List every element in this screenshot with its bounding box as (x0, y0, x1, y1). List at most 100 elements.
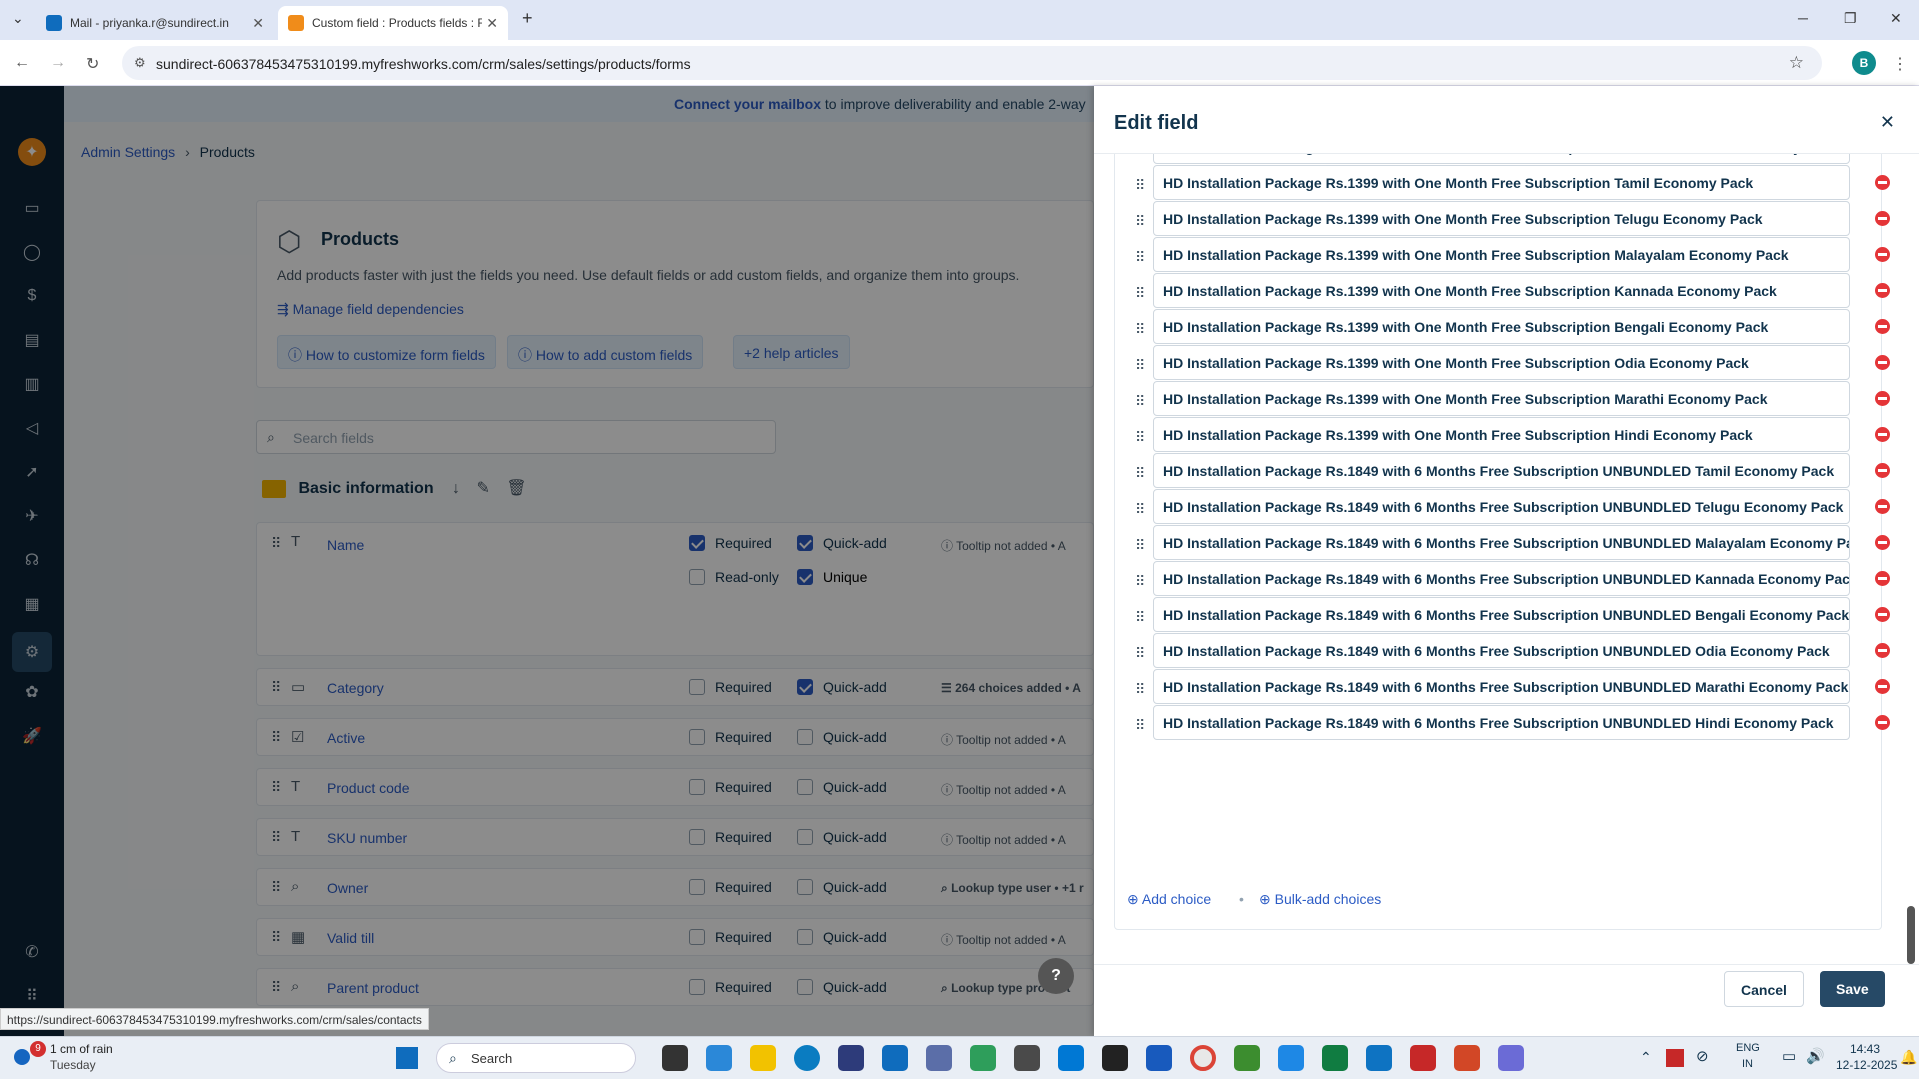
close-tab-icon[interactable]: ✕ (486, 15, 498, 32)
drag-handle-icon[interactable]: ⠿ (271, 729, 281, 746)
delete-trash-icon[interactable]: 🗑 (506, 480, 526, 497)
unique-checkbox[interactable] (797, 569, 813, 585)
save-button[interactable]: Save (1820, 971, 1885, 1007)
help-question-button[interactable]: ? (1038, 958, 1074, 994)
required-checkbox[interactable] (689, 929, 705, 945)
drag-handle-icon[interactable]: ⠿ (1135, 393, 1145, 410)
choice-input[interactable]: HD Installation Package Rs.1399 with One… (1153, 273, 1850, 308)
close-window-icon[interactable]: ✕ (1890, 10, 1902, 27)
choice-input[interactable]: HD Installation Package Rs.1399 with One… (1153, 165, 1850, 200)
network-app-icon[interactable] (926, 1045, 952, 1071)
outlook-taskbar-icon[interactable] (882, 1045, 908, 1071)
choice-input[interactable]: HD Installation Package Rs.1399 with One… (1153, 417, 1850, 452)
forward-icon[interactable]: → (50, 54, 66, 72)
word-icon[interactable] (1146, 1045, 1172, 1071)
deals-icon[interactable]: ▭ (20, 196, 44, 220)
app-icon[interactable] (1366, 1045, 1392, 1071)
drag-handle-icon[interactable]: ⠿ (271, 535, 281, 552)
profile-avatar[interactable]: B (1852, 51, 1876, 75)
notification-bell-icon[interactable]: 🔔 (1900, 1049, 1917, 1066)
app-icon[interactable] (970, 1045, 996, 1071)
choice-input[interactable]: HD Installation Package Rs.1849 with 6 M… (1153, 561, 1850, 596)
drag-handle-icon[interactable]: ⠿ (271, 829, 281, 846)
store-icon[interactable] (838, 1045, 864, 1071)
quickadd-checkbox[interactable] (797, 979, 813, 995)
choice-input[interactable]: HD Installation Package Rs.1849 with 6 M… (1153, 453, 1850, 488)
choice-input[interactable]: HD Installation Package Rs.1849 with 6 M… (1153, 633, 1850, 668)
reload-icon[interactable]: ↻ (86, 54, 99, 74)
chrome-icon[interactable] (1190, 1045, 1216, 1071)
choice-input[interactable]: HD Installation Package Rs.1849 with 6 M… (1153, 705, 1850, 740)
panel-scrollbar[interactable] (1907, 906, 1915, 964)
help-add-custom-fields[interactable]: ⓘ How to add custom fields (507, 335, 704, 369)
freshworks-logo-icon[interactable]: ✦ (18, 138, 46, 166)
help-more-articles[interactable]: +2 help articles (733, 335, 850, 369)
drag-handle-icon[interactable]: ⠿ (1135, 249, 1145, 266)
drag-handle-icon[interactable]: ⠿ (1135, 609, 1145, 626)
manage-dependencies-link[interactable]: ⇶ Manage field dependencies (277, 301, 464, 318)
field-name[interactable]: Product code (327, 780, 410, 796)
required-checkbox[interactable] (689, 879, 705, 895)
tray-app-icon[interactable] (1666, 1049, 1684, 1067)
terminal-icon[interactable] (1102, 1045, 1128, 1071)
drag-handle-icon[interactable]: ⠿ (1135, 177, 1145, 194)
drag-handle-icon[interactable]: ⠿ (1135, 285, 1145, 302)
tab-mail[interactable]: Mail - priyanka.r@sundirect.in ✕ (36, 6, 274, 40)
quickadd-checkbox[interactable] (797, 829, 813, 845)
app-icon[interactable] (1234, 1045, 1260, 1071)
quickadd-checkbox[interactable] (797, 729, 813, 745)
sales-icon[interactable]: $ (20, 284, 44, 308)
remove-choice-icon[interactable] (1875, 463, 1890, 478)
close-icon[interactable]: ✕ (1880, 112, 1895, 133)
drag-handle-icon[interactable]: ⠿ (1135, 537, 1145, 554)
field-name[interactable]: Active (327, 730, 365, 746)
settings-gear-icon[interactable]: ⚙ (12, 632, 52, 672)
app-switcher-icon[interactable]: ⠿ (20, 984, 44, 1008)
remove-choice-icon[interactable] (1875, 283, 1890, 298)
autopilot-icon[interactable]: ✈ (20, 504, 44, 528)
drag-handle-icon[interactable]: ⠿ (1135, 321, 1145, 338)
field-row-parent-product[interactable]: ⠿ ⌕ Parent product Required Quick-add ⌕ … (256, 968, 1094, 1006)
app-icon[interactable] (1410, 1045, 1436, 1071)
tab-list-chevron-icon[interactable]: ⌄ (12, 10, 24, 27)
contacts-icon[interactable]: ◯ (20, 240, 44, 264)
remove-choice-icon[interactable] (1875, 679, 1890, 694)
field-row-product-code[interactable]: ⠿ T Product code Required Quick-add ⓘ To… (256, 768, 1094, 806)
site-info-icon[interactable]: ⚙ (134, 55, 146, 71)
choice-input[interactable]: HD Installation Package Rs.1399 with One… (1153, 237, 1850, 272)
field-name[interactable]: SKU number (327, 830, 407, 846)
drag-handle-icon[interactable]: ⠿ (1135, 681, 1145, 698)
drag-handle-icon[interactable]: ⠿ (271, 929, 281, 946)
remove-choice-icon[interactable] (1875, 319, 1890, 334)
volume-icon[interactable]: 🔊 (1806, 1047, 1825, 1065)
cancel-button[interactable]: Cancel (1724, 971, 1804, 1007)
search-fields-input[interactable]: ⌕ Search fields (256, 420, 776, 454)
snipping-tool-icon[interactable] (1498, 1045, 1524, 1071)
choice-input[interactable]: HD Installation Package Rs.1399 with One… (1153, 309, 1850, 344)
bookmark-star-icon[interactable]: ☆ (1789, 53, 1804, 73)
remove-choice-icon[interactable] (1875, 715, 1890, 730)
browser-menu-icon[interactable]: ⋮ (1892, 54, 1908, 74)
field-row-owner[interactable]: ⠿ ⌕ Owner Required Quick-add ⌕ Lookup ty… (256, 868, 1094, 906)
reports-icon[interactable]: ▥ (20, 372, 44, 396)
integrations-icon[interactable]: ✿ (20, 680, 44, 704)
breadcrumb-admin-settings[interactable]: Admin Settings (81, 144, 175, 160)
quickadd-checkbox[interactable] (797, 679, 813, 695)
remove-choice-icon[interactable] (1875, 355, 1890, 370)
restore-icon[interactable]: ❐ (1844, 10, 1857, 27)
app-icon[interactable] (1014, 1045, 1040, 1071)
minimize-icon[interactable]: ─ (1798, 10, 1808, 26)
back-icon[interactable]: ← (14, 54, 30, 72)
drag-handle-icon[interactable]: ⠿ (1135, 645, 1145, 662)
field-name[interactable]: Category (327, 680, 384, 696)
drag-handle-icon[interactable]: ⠿ (271, 879, 281, 896)
bulk-add-button[interactable]: ⊕ Bulk-add choices (1259, 891, 1381, 908)
drag-handle-icon[interactable]: ⠿ (271, 779, 281, 796)
display-icon[interactable]: ▭ (1782, 1047, 1796, 1065)
drag-handle-icon[interactable]: ⠿ (271, 679, 281, 696)
remove-choice-icon[interactable] (1875, 571, 1890, 586)
language-label[interactable]: ENG (1736, 1042, 1760, 1054)
field-row-category[interactable]: ⠿ ▭ Category Required Quick-add ☰ 264 ch… (256, 668, 1094, 706)
drag-handle-icon[interactable]: ⠿ (271, 979, 281, 996)
required-checkbox[interactable] (689, 679, 705, 695)
